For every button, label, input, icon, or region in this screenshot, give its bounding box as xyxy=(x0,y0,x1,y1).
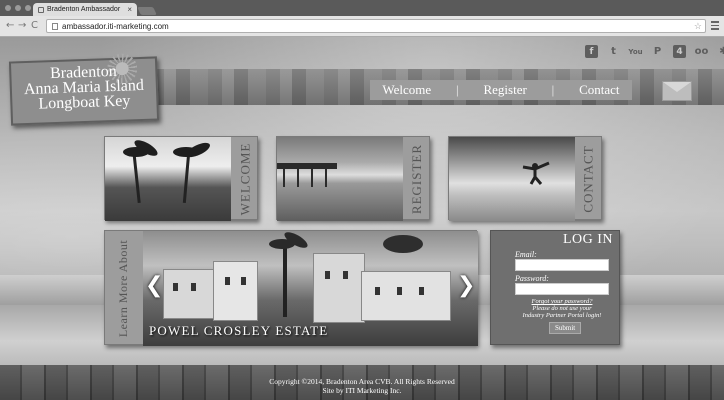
email-field[interactable] xyxy=(515,259,609,271)
forward-icon[interactable]: → xyxy=(18,20,26,32)
site-logo[interactable]: Bradenton Anna Maria Island Longboat Key xyxy=(8,53,160,126)
window-controls[interactable] xyxy=(5,5,31,11)
register-photo xyxy=(277,137,403,221)
close-dot[interactable] xyxy=(5,5,11,11)
maximize-dot[interactable] xyxy=(25,5,31,11)
email-label: Email: xyxy=(515,250,537,259)
tripadvisor-icon[interactable]: oo xyxy=(695,45,709,58)
browser-tab[interactable]: Bradenton Ambassador × xyxy=(33,3,137,16)
nav-separator: | xyxy=(456,82,459,97)
password-field[interactable] xyxy=(515,283,609,295)
reload-icon[interactable]: C xyxy=(31,20,38,32)
url-text: ambassador.iti-marketing.com xyxy=(62,21,169,31)
tab-title: Bradenton Ambassador xyxy=(47,6,121,13)
welcome-tile-label-box: WELCOME xyxy=(231,137,259,221)
slider-prev-button[interactable]: ❮ xyxy=(145,273,163,298)
address-bar[interactable]: ambassador.iti-marketing.com ☆ xyxy=(46,19,706,33)
contact-tile-label: CONTACT xyxy=(581,145,597,213)
youtube-icon[interactable]: You xyxy=(628,45,642,58)
welcome-tile[interactable]: WELCOME xyxy=(104,136,259,221)
feature-side-box: Learn More About xyxy=(105,231,143,346)
yelp-icon[interactable]: ✱ xyxy=(717,45,724,58)
feature-slider: Learn More About ❮ ❯ POWEL CROSLEY ESTAT… xyxy=(104,230,478,346)
social-links: f t You P 4 oo ✱ xyxy=(585,45,724,58)
logo-line-3: Longboat Key xyxy=(38,92,131,113)
menu-icon[interactable] xyxy=(711,21,719,30)
nav-separator: | xyxy=(551,82,555,97)
new-tab-button[interactable] xyxy=(137,7,157,15)
footer: Copyright ©2014, Bradenton Area CVB. All… xyxy=(0,377,724,395)
page-icon xyxy=(52,22,58,30)
tab-strip: Bradenton Ambassador × xyxy=(0,0,724,16)
feature-caption[interactable]: POWEL CROSLEY ESTATE xyxy=(149,323,328,339)
login-help: Forgot your password? Please do not use … xyxy=(511,298,613,319)
login-panel: LOG IN Email: Password: Forgot your pass… xyxy=(490,230,620,345)
contact-photo xyxy=(449,137,575,221)
back-icon[interactable]: ← xyxy=(6,20,14,32)
jumper-figure xyxy=(522,161,550,185)
login-note-1: Please do not use your xyxy=(532,305,592,312)
browser-chrome: Bradenton Ambassador × ← → C ambassador.… xyxy=(0,0,724,37)
login-note-2: Industry Partner Portal login! xyxy=(522,312,602,319)
feature-photo: ❮ ❯ POWEL CROSLEY ESTATE xyxy=(143,231,478,346)
pinterest-icon[interactable]: P xyxy=(651,45,664,58)
bookmark-star-icon[interactable]: ☆ xyxy=(694,21,702,32)
contact-tile-label-box: CONTACT xyxy=(575,137,603,221)
register-tile-label: REGISTER xyxy=(409,143,424,215)
tab-close-icon[interactable]: × xyxy=(127,5,132,14)
slider-next-button[interactable]: ❯ xyxy=(457,273,475,298)
nav-register[interactable]: Register xyxy=(483,82,526,98)
feature-side-label: Learn More About xyxy=(116,239,131,338)
favicon-icon xyxy=(38,6,44,13)
forgot-password-link[interactable]: Forgot your password? xyxy=(511,298,613,305)
facebook-icon[interactable]: f xyxy=(585,45,598,58)
password-label: Password: xyxy=(515,274,549,283)
welcome-tile-label: WELCOME xyxy=(237,142,252,216)
minimize-dot[interactable] xyxy=(15,5,21,11)
foursquare-icon[interactable]: 4 xyxy=(673,45,686,58)
mail-icon[interactable] xyxy=(662,81,692,101)
register-tile-label-box: REGISTER xyxy=(403,137,431,221)
login-title: LOG IN xyxy=(562,232,613,247)
browser-toolbar: ← → C ambassador.iti-marketing.com ☆ xyxy=(0,16,724,37)
register-tile[interactable]: REGISTER xyxy=(276,136,431,221)
main-nav: Welcome | Register | Contact xyxy=(370,80,632,100)
copyright-text: Copyright ©2014, Bradenton Area CVB. All… xyxy=(269,377,455,386)
contact-tile[interactable]: CONTACT xyxy=(448,136,603,221)
nav-welcome[interactable]: Welcome xyxy=(382,82,431,98)
submit-button[interactable]: Submit xyxy=(549,322,582,334)
welcome-photo xyxy=(105,137,231,221)
credit-text[interactable]: Site by ITI Marketing Inc. xyxy=(0,386,724,395)
nav-contact[interactable]: Contact xyxy=(579,82,619,98)
twitter-icon[interactable]: t xyxy=(607,45,620,58)
page: f t You P 4 oo ✱ Bradenton Anna Maria Is… xyxy=(0,37,724,400)
